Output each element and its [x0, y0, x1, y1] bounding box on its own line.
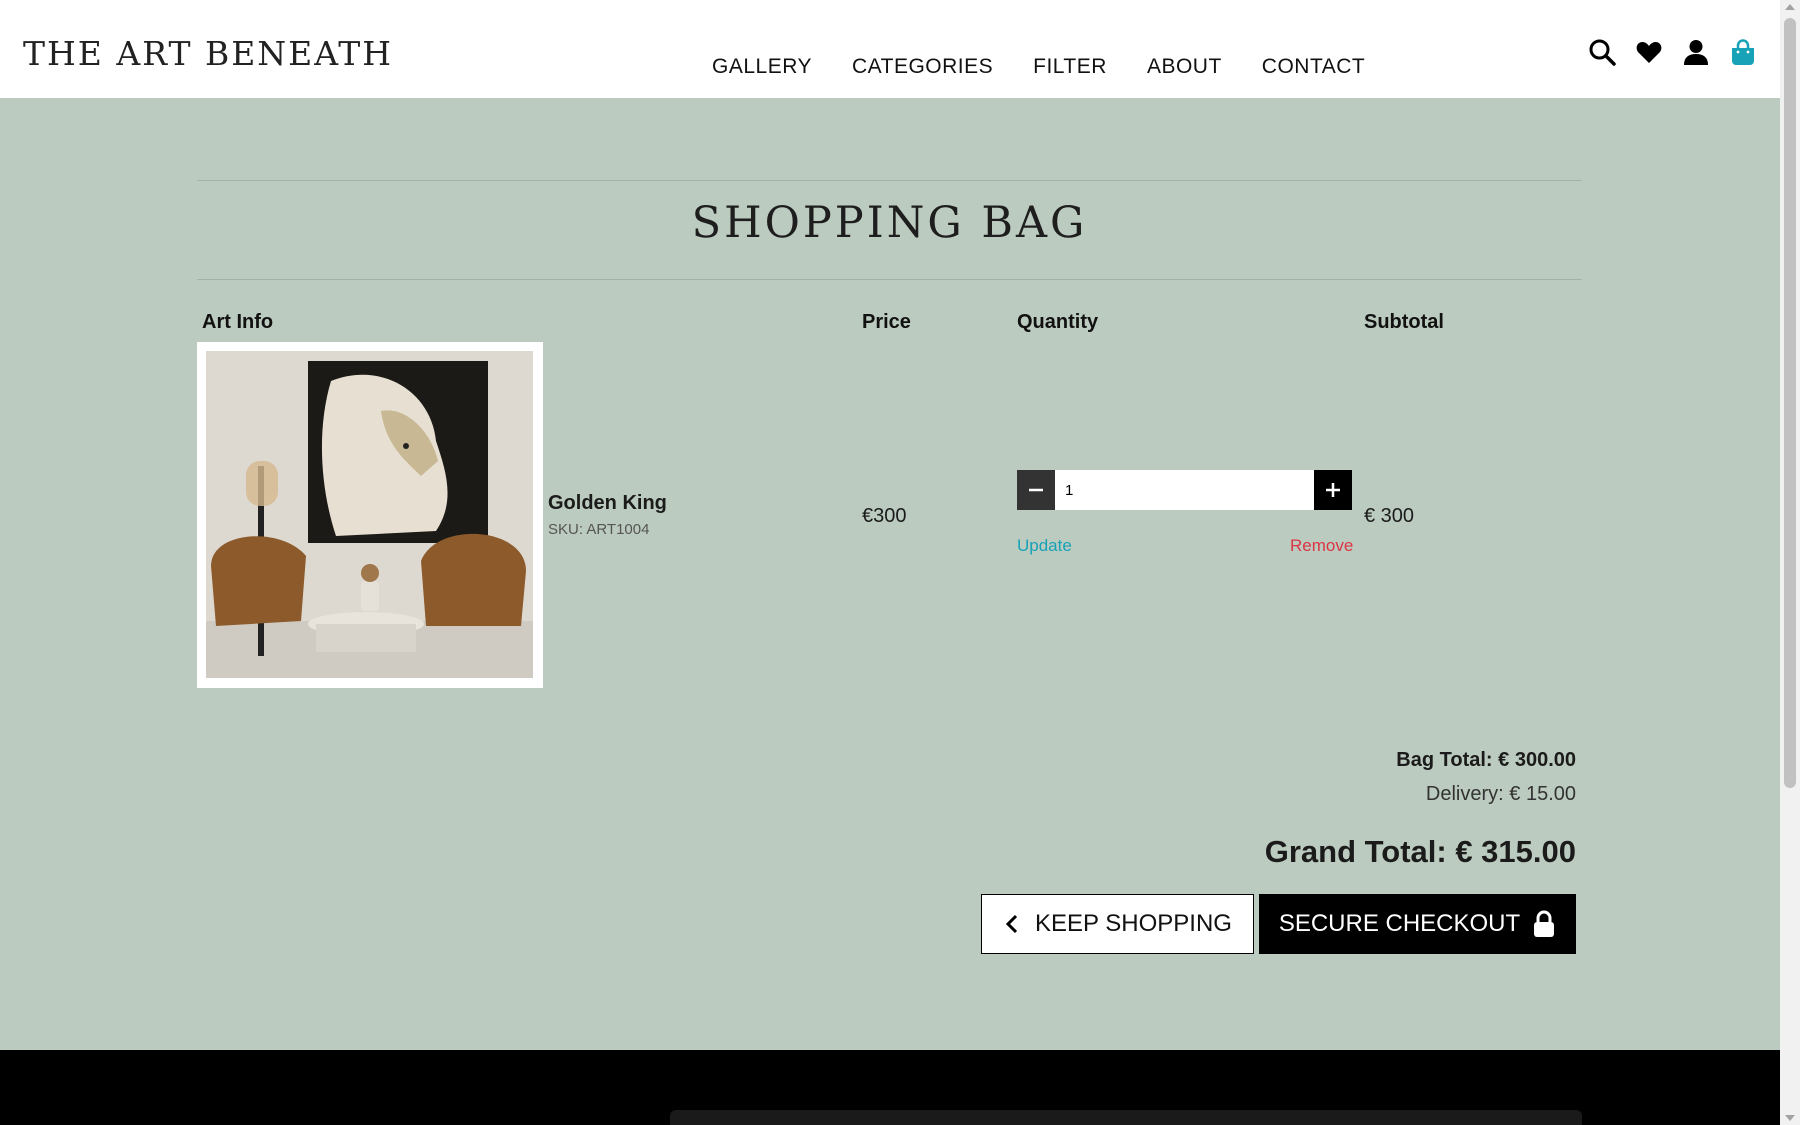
scroll-down-icon[interactable]: [1785, 1115, 1795, 1121]
shopping-bag-icon[interactable]: [1729, 38, 1757, 66]
update-link[interactable]: Update: [1017, 536, 1072, 556]
keep-shopping-button[interactable]: KEEP SHOPPING: [981, 894, 1254, 954]
remove-link[interactable]: Remove: [1290, 536, 1353, 556]
page-title: SHOPPING BAG: [691, 198, 1088, 248]
quantity-stepper: [1017, 470, 1352, 510]
heart-icon[interactable]: [1635, 38, 1663, 66]
chevron-left-icon: [1005, 914, 1018, 934]
secure-checkout-label: SECURE CHECKOUT: [1278, 910, 1521, 937]
site-header: THE ART BENEATH GALLERY CATEGORIES FILTE…: [0, 0, 1780, 98]
nav-gallery[interactable]: GALLERY: [712, 55, 812, 79]
divider-top: [197, 180, 1582, 181]
col-header-quantity: Quantity: [1017, 311, 1099, 333]
scroll-thumb[interactable]: [1784, 18, 1796, 788]
item-sku: SKU: ART1004: [548, 521, 650, 538]
minus-icon: [1029, 488, 1043, 492]
keep-shopping-label: KEEP SHOPPING: [1035, 910, 1232, 937]
item-name[interactable]: Golden King: [548, 492, 667, 515]
main-nav: GALLERY CATEGORIES FILTER ABOUT CONTACT: [712, 55, 1405, 79]
lock-icon: [1534, 910, 1555, 937]
secure-checkout-button[interactable]: SECURE CHECKOUT: [1259, 894, 1576, 954]
site-footer: [0, 1050, 1780, 1125]
header-icons: [1588, 38, 1757, 66]
artwork-thumbnail: [206, 351, 533, 678]
divider-bottom: [197, 279, 1582, 280]
scroll-up-icon[interactable]: [1785, 4, 1795, 10]
site-logo[interactable]: THE ART BENEATH: [23, 34, 393, 73]
nav-contact[interactable]: CONTACT: [1262, 55, 1365, 79]
bag-total: Bag Total: € 300.00: [1396, 749, 1576, 771]
delivery-cost: Delivery: € 15.00: [1425, 783, 1576, 805]
nav-filter[interactable]: FILTER: [1033, 55, 1107, 79]
plus-icon: [1326, 483, 1340, 497]
col-header-subtotal: Subtotal: [1364, 311, 1444, 333]
nav-about[interactable]: ABOUT: [1147, 55, 1222, 79]
col-header-art-info: Art Info: [202, 311, 274, 333]
artwork-thumbnail-frame[interactable]: [197, 342, 543, 688]
user-icon[interactable]: [1682, 38, 1710, 66]
search-icon[interactable]: [1588, 38, 1616, 66]
item-price: €300: [862, 505, 907, 527]
col-header-price: Price: [862, 311, 911, 333]
item-subtotal: € 300: [1364, 505, 1415, 527]
quantity-input[interactable]: [1055, 470, 1314, 510]
nav-categories[interactable]: CATEGORIES: [852, 55, 993, 79]
page-scrollbar[interactable]: [1780, 0, 1800, 1125]
increment-button[interactable]: [1314, 470, 1352, 510]
footer-panel: [670, 1110, 1582, 1125]
decrement-button[interactable]: [1017, 470, 1055, 510]
grand-total: Grand Total: € 315.00: [1264, 834, 1576, 869]
